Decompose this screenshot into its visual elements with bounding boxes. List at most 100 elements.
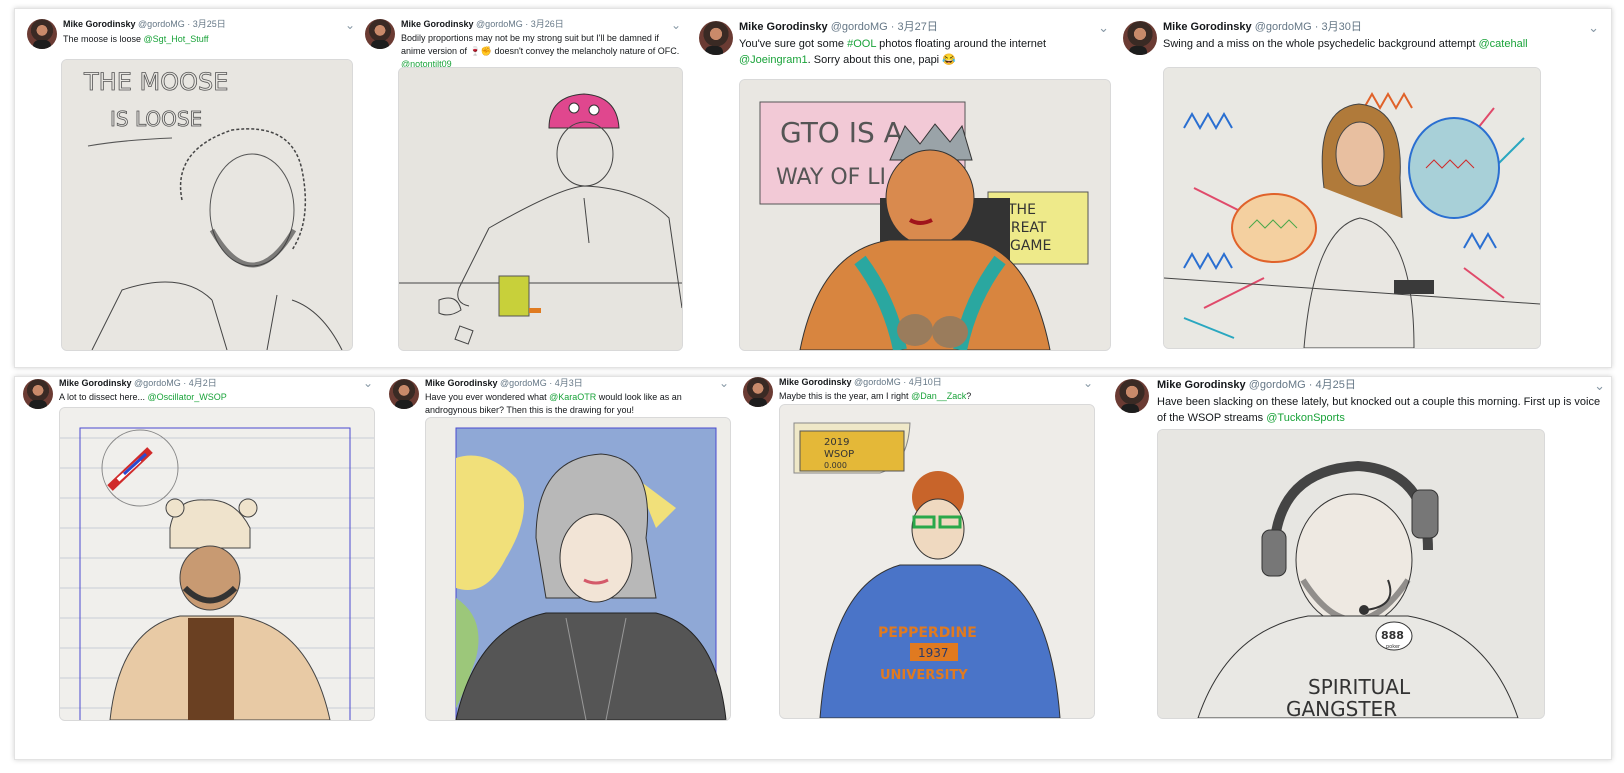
author-name[interactable]: Mike Gorodinsky: [1163, 21, 1252, 33]
chevron-down-icon[interactable]: ⌄: [1594, 378, 1605, 394]
author-name[interactable]: Mike Gorodinsky: [59, 378, 132, 388]
tweet-text: A lot to dissect here... @Oscillator_WSO…: [59, 392, 227, 402]
author-handle[interactable]: @gordoMG: [831, 21, 888, 33]
drawing-text: PEPPERDINE: [878, 625, 977, 641]
drawing-text: poker: [1386, 644, 1401, 650]
avatar[interactable]: [1115, 379, 1149, 413]
mention-link[interactable]: @Dan__Zack: [911, 391, 966, 401]
author-handle[interactable]: @gordoMG: [500, 378, 547, 388]
mention-link[interactable]: @TuckonSports: [1266, 412, 1345, 424]
author-handle[interactable]: @gordoMG: [138, 19, 185, 29]
avatar[interactable]: [365, 19, 395, 49]
tweet-text: Have you ever wondered what @KaraOTR wou…: [425, 392, 682, 416]
tweet-card[interactable]: Mike Gorodinsky @gordoMG · 3月25日 ⌄ The m…: [27, 18, 355, 351]
tweet-date[interactable]: 3月25日: [193, 19, 226, 29]
mention-link[interactable]: @catehall: [1479, 38, 1528, 50]
avatar[interactable]: [389, 379, 419, 409]
author-name[interactable]: Mike Gorodinsky: [425, 378, 498, 388]
drawing-man-with-headset: 888 poker SPIRITUAL GANGSTER: [1158, 430, 1544, 718]
hashtag-link[interactable]: #OOL: [847, 38, 876, 50]
tweet-header: Mike Gorodinsky @gordoMG · 4月3日: [425, 378, 583, 388]
tweet-card[interactable]: Mike Gorodinsky @gordoMG · 4月3日 ⌄ Have y…: [389, 376, 731, 755]
tweet-date[interactable]: 3月30日: [1322, 21, 1362, 33]
tweet-date[interactable]: 4月2日: [189, 378, 217, 388]
tweet-header: Mike Gorodinsky @gordoMG · 4月10日: [779, 377, 942, 387]
mention-link[interactable]: @Joeingram1: [739, 54, 808, 66]
tweet-image[interactable]: 2019 WSOP 0.000 PEPPERDINE 1937 UNIVERSI…: [779, 404, 1095, 719]
chevron-down-icon[interactable]: ⌄: [719, 376, 729, 390]
author-handle[interactable]: @gordoMG: [1255, 21, 1312, 33]
drawing-text: THE: [1007, 202, 1036, 218]
avatar[interactable]: [699, 21, 733, 55]
drawing-text: 888: [1381, 629, 1404, 642]
tweet-text: Bodily proportions may not be my strong …: [401, 33, 680, 70]
drawing-text: GTO IS A: [780, 116, 903, 149]
tweet-date[interactable]: 4月3日: [555, 378, 583, 388]
avatar[interactable]: [1123, 21, 1157, 55]
tweet-text: Swing and a miss on the whole psychedeli…: [1163, 38, 1528, 50]
tweet-card[interactable]: Mike Gorodinsky @gordoMG · 3月30日 ⌄ Swing…: [1123, 20, 1599, 351]
tweet-text: Have been slacking on these lately, but …: [1157, 396, 1601, 424]
author-name[interactable]: Mike Gorodinsky: [739, 21, 828, 33]
author-name[interactable]: Mike Gorodinsky: [779, 377, 852, 387]
chevron-down-icon[interactable]: ⌄: [1098, 20, 1109, 36]
drawing-pepperdine-hoodie: 2019 WSOP 0.000 PEPPERDINE 1937 UNIVERSI…: [780, 405, 1094, 718]
tweet-row-2: Mike Gorodinsky @gordoMG · 4月2日 ⌄ A lot …: [14, 376, 1612, 760]
chevron-down-icon[interactable]: ⌄: [363, 376, 373, 390]
drawing-text: GANGSTER: [1286, 697, 1397, 718]
tweet-date[interactable]: 3月26日: [531, 19, 564, 29]
chevron-down-icon[interactable]: ⌄: [345, 18, 355, 32]
tweet-date[interactable]: 4月10日: [909, 377, 942, 387]
tweet-image[interactable]: [59, 407, 375, 721]
drawing-man-polar-bear-hat: [60, 408, 374, 720]
drawing-text: 1937: [918, 646, 949, 660]
tweet-date[interactable]: 4月25日: [1316, 379, 1356, 391]
chevron-down-icon[interactable]: ⌄: [671, 18, 681, 32]
tweet-text: The moose is loose @Sgt_Hot_Stuff: [63, 34, 209, 44]
tweet-card[interactable]: Mike Gorodinsky @gordoMG · 4月25日 ⌄ Have …: [1115, 378, 1605, 757]
drawing-text: SPIRITUAL: [1308, 675, 1411, 699]
drawing-text: 2019: [824, 437, 849, 448]
tweet-header: Mike Gorodinsky @gordoMG · 4月25日: [1157, 379, 1356, 391]
avatar[interactable]: [27, 19, 57, 49]
mention-link[interactable]: @Oscillator_WSOP: [148, 392, 227, 402]
author-name[interactable]: Mike Gorodinsky: [1157, 379, 1246, 391]
psychedelic-drawing-woman: [1164, 68, 1540, 348]
drawing-text: UNIVERSITY: [880, 668, 968, 683]
tweet-image[interactable]: [1163, 67, 1541, 349]
avatar[interactable]: [743, 377, 773, 407]
tweet-row-1: Mike Gorodinsky @gordoMG · 3月25日 ⌄ The m…: [14, 8, 1612, 368]
tweet-card[interactable]: Mike Gorodinsky @gordoMG · 3月26日 ⌄ Bodil…: [365, 18, 683, 351]
author-handle[interactable]: @gordoMG: [1249, 379, 1306, 391]
author-handle[interactable]: @gordoMG: [134, 378, 181, 388]
drawing-text: THE MOOSE: [83, 68, 228, 96]
tweet-image[interactable]: [398, 67, 683, 351]
tweet-image[interactable]: [425, 417, 731, 721]
tweet-image[interactable]: 888 poker SPIRITUAL GANGSTER: [1157, 429, 1545, 719]
author-name[interactable]: Mike Gorodinsky: [401, 19, 474, 29]
tweet-card[interactable]: Mike Gorodinsky @gordoMG · 3月27日 ⌄ You'v…: [699, 20, 1111, 351]
tweet-header: Mike Gorodinsky @gordoMG · 3月30日: [1163, 21, 1362, 33]
tweet-date[interactable]: 3月27日: [898, 21, 938, 33]
colored-drawing-gto-sign: GTO IS A WAY OF LI THE GREAT GAME: [740, 80, 1110, 350]
tweet-image[interactable]: THE MOOSE IS LOOSE: [61, 59, 353, 351]
tweet-card[interactable]: Mike Gorodinsky @gordoMG · 4月10日 ⌄ Maybe…: [743, 376, 1095, 755]
author-handle[interactable]: @gordoMG: [476, 19, 523, 29]
mention-link[interactable]: @Sgt_Hot_Stuff: [144, 34, 209, 44]
author-handle[interactable]: @gordoMG: [854, 377, 901, 387]
mention-link[interactable]: @KaraOTR: [549, 392, 596, 402]
chevron-down-icon[interactable]: ⌄: [1083, 376, 1093, 390]
tweet-header: Mike Gorodinsky @gordoMG · 3月27日: [739, 21, 938, 33]
drawing-text: GAME: [1010, 238, 1051, 254]
drawing-text: 0.000: [824, 461, 847, 470]
tweet-header: Mike Gorodinsky @gordoMG · 3月25日: [63, 19, 226, 29]
avatar[interactable]: [23, 379, 53, 409]
tweet-image[interactable]: GTO IS A WAY OF LI THE GREAT GAME: [739, 79, 1111, 351]
tweet-header: Mike Gorodinsky @gordoMG · 3月26日: [401, 19, 564, 29]
author-name[interactable]: Mike Gorodinsky: [63, 19, 136, 29]
tweet-header: Mike Gorodinsky @gordoMG · 4月2日: [59, 378, 217, 388]
chevron-down-icon[interactable]: ⌄: [1588, 20, 1599, 36]
tweet-card[interactable]: Mike Gorodinsky @gordoMG · 4月2日 ⌄ A lot …: [23, 376, 375, 755]
drawing-androgynous-biker: [426, 418, 730, 720]
drawing-text: WSOP: [824, 449, 854, 460]
